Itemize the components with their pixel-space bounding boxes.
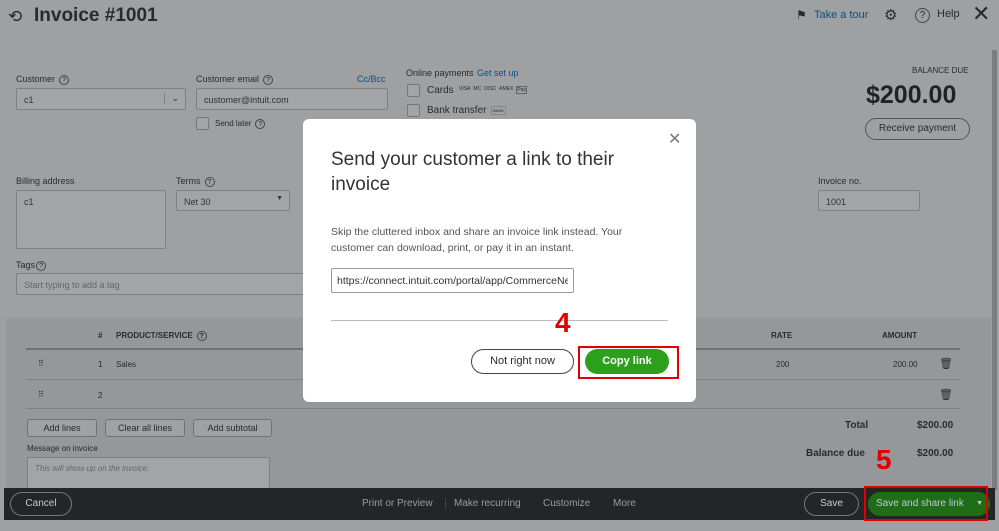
cards-label: Cards	[427, 85, 454, 96]
make-recurring-button[interactable]: Make recurring	[445, 498, 521, 509]
not-right-now-button[interactable]: Not right now	[471, 349, 574, 374]
cancel-button[interactable]: Cancel	[10, 492, 72, 516]
col-rate: RATE	[771, 331, 793, 340]
gear-icon[interactable]: ⚙	[884, 6, 897, 24]
customize-button[interactable]: Customize	[543, 498, 590, 509]
drag-handle-icon[interactable]: ⠿	[38, 390, 44, 399]
close-dialog-icon[interactable]: ✕	[668, 129, 681, 149]
col-product: PRODUCT/SERVICE?	[116, 331, 207, 341]
save-share-highlight	[864, 486, 988, 521]
visa-badge: VISA	[459, 86, 471, 92]
take-tour-link[interactable]: Take a tour	[814, 9, 868, 21]
cards-checkbox[interactable]	[407, 84, 420, 97]
send-later-label: Send later?	[215, 119, 266, 129]
print-preview-button[interactable]: Print or Preview	[362, 498, 433, 509]
balance-due-amount: $200.00	[866, 81, 957, 109]
invoice-no-input[interactable]: 1001	[818, 190, 920, 211]
applepay-badge: Pay	[516, 86, 527, 94]
online-payments-label: Online payments	[406, 68, 474, 78]
add-lines-button[interactable]: Add lines	[27, 419, 97, 437]
customer-label: Customer?	[16, 74, 70, 85]
footer-bar: Cancel Print or Preview Make recurring C…	[4, 488, 995, 520]
copy-link-highlight	[578, 346, 679, 379]
close-icon[interactable]: ✕	[972, 1, 990, 27]
card-badges: VISA MC DISC AMEX Pay	[459, 86, 527, 94]
cc-bcc-link[interactable]: Cc/Bcc	[357, 74, 386, 84]
dialog-body: Skip the cluttered inbox and share an in…	[331, 226, 623, 254]
total-label: Total	[845, 420, 869, 431]
table-row-divider	[26, 408, 960, 409]
help-icon[interactable]: ?	[915, 8, 930, 23]
balance-due-label-bottom: Balance due	[806, 448, 865, 459]
bank-badge: BANK	[491, 106, 506, 115]
drag-handle-icon[interactable]: ⠿	[38, 359, 44, 368]
col-amount: AMOUNT	[882, 331, 918, 340]
bank-transfer-checkbox[interactable]	[407, 104, 420, 117]
tags-input[interactable]: Start typing to add a tag	[16, 273, 316, 295]
history-icon[interactable]: ⟲	[8, 7, 22, 27]
dialog-title: Send your customer a link to their invoi…	[331, 149, 615, 195]
row-rate[interactable]: 200	[776, 360, 789, 369]
message-input[interactable]: This will show up on the invoice.	[27, 457, 270, 489]
clear-all-lines-button[interactable]: Clear all lines	[105, 419, 185, 437]
terms-label: Terms?	[176, 176, 215, 187]
col-num: #	[98, 331, 103, 340]
balance-due-label: BALANCE DUE	[912, 66, 969, 75]
step-5-annotation: 5	[876, 444, 892, 475]
receive-payment-button[interactable]: Receive payment	[865, 118, 970, 140]
row-num: 2	[98, 391, 103, 400]
mastercard-badge: MC	[473, 86, 482, 92]
amex-badge: AMEX	[499, 86, 514, 92]
tags-label: Tags?	[16, 260, 47, 271]
customer-select[interactable]: c1 ⌄	[16, 88, 186, 110]
add-subtotal-button[interactable]: Add subtotal	[193, 419, 272, 437]
signpost-icon: ⚑	[796, 8, 807, 22]
terms-select[interactable]: Net 30 ▼	[176, 190, 290, 211]
trash-icon[interactable]: 🗑	[939, 388, 953, 401]
row-num: 1	[98, 360, 103, 369]
row-amount: 200.00	[893, 360, 918, 369]
invoice-no-label: Invoice no.	[818, 176, 862, 186]
message-label: Message on invoice	[27, 444, 98, 453]
billing-address-label: Billing address	[16, 176, 75, 186]
step-4-annotation: 4	[555, 307, 571, 338]
dialog-divider	[331, 320, 668, 321]
more-button[interactable]: More	[613, 498, 636, 509]
email-input[interactable]: customer@intuit.com	[196, 88, 388, 110]
balance-due-value-bottom: $200.00	[917, 448, 954, 459]
row-product[interactable]: Sales	[116, 360, 136, 369]
total-value: $200.00	[917, 420, 954, 431]
trash-icon[interactable]: 🗑	[939, 357, 953, 370]
send-later-checkbox[interactable]	[196, 117, 209, 130]
get-set-up-link[interactable]: Get set up	[477, 68, 519, 78]
email-label: Customer email?	[196, 74, 274, 85]
help-link[interactable]: Help	[937, 8, 960, 20]
share-link-input[interactable]	[331, 268, 574, 293]
page-title: Invoice #1001	[34, 5, 158, 26]
bank-transfer-label: Bank transfer	[427, 105, 487, 116]
billing-address-input[interactable]: c1	[16, 190, 166, 249]
scrollbar[interactable]	[992, 50, 997, 490]
discover-badge: DISC	[484, 86, 497, 92]
save-button[interactable]: Save	[804, 492, 859, 516]
